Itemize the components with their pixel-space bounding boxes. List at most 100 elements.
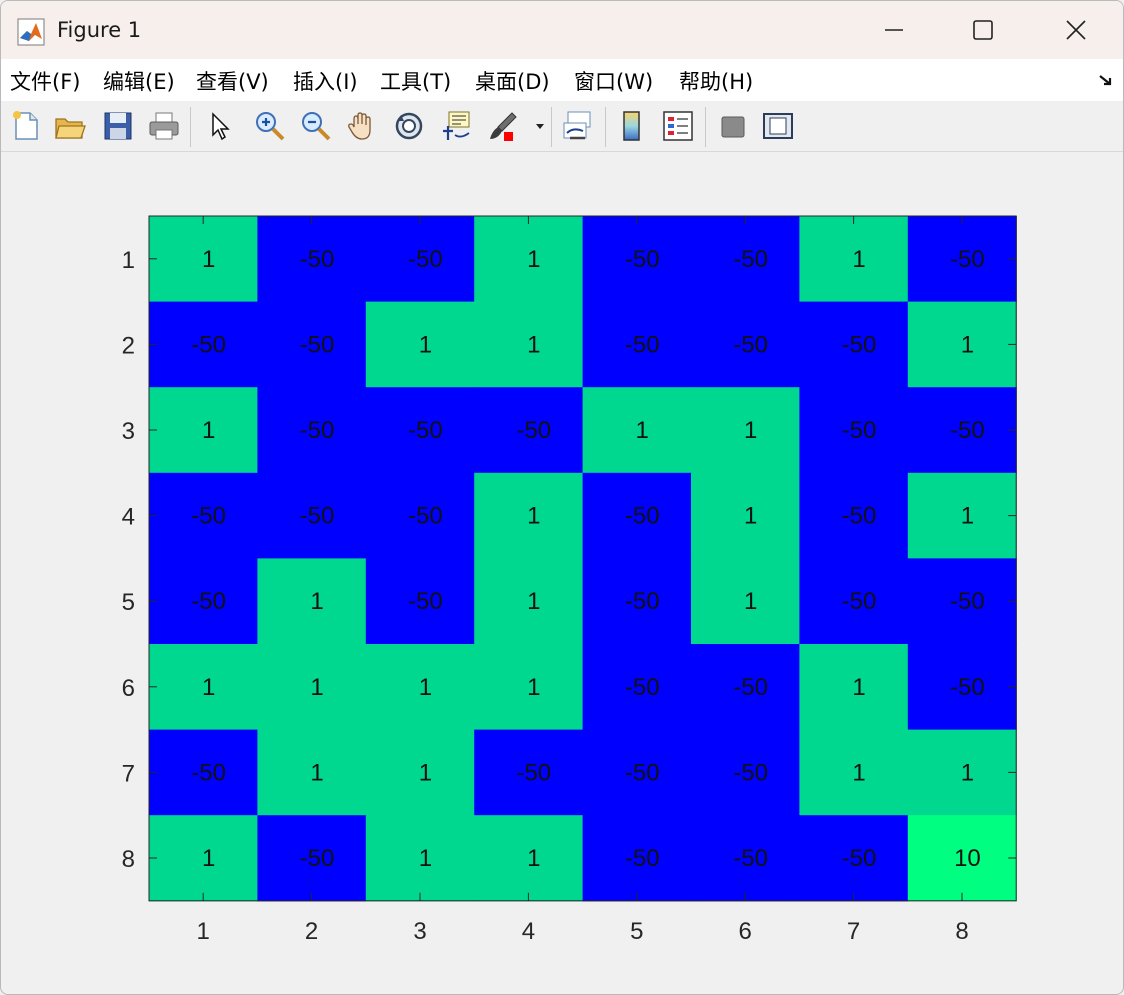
cell-value-label: -50 [300, 246, 335, 273]
menu-desktop[interactable]: 桌面(D) [475, 66, 550, 96]
maximize-button[interactable] [936, 1, 1030, 59]
zoom-in-button[interactable] [253, 109, 287, 143]
cell-value-label: -50 [408, 246, 443, 273]
figure-toolbar [1, 101, 1123, 152]
cell-value-label: -50 [300, 331, 335, 358]
cell-value-label: -50 [625, 845, 660, 872]
legend-icon [663, 111, 693, 141]
zoom-out-button[interactable] [299, 109, 333, 143]
x-tick-label: 8 [955, 918, 968, 945]
y-tick-label: 2 [122, 332, 135, 359]
menu-tools[interactable]: 工具(T) [380, 66, 451, 96]
x-tick-label: 1 [197, 918, 210, 945]
cell-value-label: 1 [202, 246, 215, 273]
rotate-3d-button[interactable] [392, 109, 426, 143]
cell-value-label: 1 [961, 759, 974, 786]
cell-value-label: -50 [950, 417, 985, 444]
show-plot-tools-icon [763, 113, 793, 139]
pan-button[interactable] [345, 109, 379, 143]
cell-value-label: -50 [625, 246, 660, 273]
cell-value-label: 1 [961, 503, 974, 530]
cell-value-label: 1 [852, 759, 865, 786]
cell-value-label: -50 [191, 588, 226, 615]
menu-window[interactable]: 窗口(W) [574, 66, 653, 96]
toolbar-separator [190, 107, 191, 147]
colorbar-icon [623, 111, 640, 141]
y-tick-label: 8 [122, 846, 135, 873]
title-bar[interactable]: Figure 1 [1, 1, 1123, 59]
cell-value-label: 1 [310, 759, 323, 786]
cell-value-label: -50 [733, 845, 768, 872]
x-tick-label: 4 [522, 918, 535, 945]
cell-value-label: 1 [744, 417, 757, 444]
menu-help[interactable]: 帮助(H) [679, 66, 753, 96]
menu-insert[interactable]: 插入(I) [293, 66, 358, 96]
cell-value-label: 10 [954, 845, 981, 872]
y-tick-label: 6 [122, 675, 135, 702]
brush-button[interactable] [486, 109, 520, 143]
menu-edit[interactable]: 编辑(E) [103, 66, 175, 96]
x-tick-label: 5 [630, 918, 643, 945]
cell-value-label: 1 [202, 417, 215, 444]
cell-value-label: 1 [744, 588, 757, 615]
cell-value-label: -50 [733, 674, 768, 701]
cell-value-label: -50 [516, 417, 551, 444]
cell-value-label: -50 [733, 246, 768, 273]
cell-value-label: -50 [625, 759, 660, 786]
toolbar-separator [605, 107, 606, 147]
brush-dropdown-icon[interactable] [535, 121, 545, 131]
pan-icon [348, 112, 371, 140]
cell-value-label: 1 [527, 588, 540, 615]
zoom-in-icon [256, 112, 285, 141]
menu-file[interactable]: 文件(F) [10, 66, 80, 96]
legend-button[interactable] [661, 109, 695, 143]
matlab-logo-icon [17, 18, 45, 46]
print-icon [149, 112, 179, 140]
heatmap-chart[interactable]: 1 -50 -50 1 -50 -50 1 -50 -50 -50 1 1 -50 -50 -50 1 1 -50… [1, 152, 1123, 994]
cell-value-label: 1 [961, 331, 974, 358]
menu-view[interactable]: 查看(V) [196, 66, 269, 96]
cell-value-label: 1 [202, 674, 215, 701]
data-cursor-button[interactable] [439, 109, 473, 143]
cell-value-label: 1 [527, 331, 540, 358]
cell-value-label: -50 [300, 417, 335, 444]
open-file-icon [55, 118, 86, 139]
y-tick-label: 5 [122, 589, 135, 616]
cell-value-label: 1 [310, 674, 323, 701]
rotate-3d-icon [395, 112, 423, 140]
print-button[interactable] [147, 109, 181, 143]
menu-bar: 文件(F) 编辑(E) 查看(V) 插入(I) 工具(T) 桌面(D) 窗口(W… [1, 59, 1123, 101]
minimize-button[interactable] [847, 1, 941, 59]
cell-value-label: -50 [733, 759, 768, 786]
new-figure-button[interactable] [9, 109, 43, 143]
cell-value-label: -50 [733, 331, 768, 358]
y-tick-label: 1 [122, 247, 135, 274]
cell-value-label: -50 [842, 331, 877, 358]
cell-value-label: 1 [419, 845, 432, 872]
toolbar-separator [551, 107, 552, 147]
link-plot-button[interactable] [561, 109, 595, 143]
hide-plot-tools-button[interactable] [716, 109, 750, 143]
cell-value-label: -50 [625, 674, 660, 701]
pointer-button[interactable] [203, 109, 237, 143]
x-tick-label: 7 [847, 918, 860, 945]
colorbar-button[interactable] [615, 109, 649, 143]
hide-plot-tools-icon [721, 116, 745, 138]
show-plot-tools-button[interactable] [761, 109, 795, 143]
figure-canvas: 1 -50 -50 1 -50 -50 1 -50 -50 -50 1 1 -50 -50 -50 1 1 -50… [1, 152, 1123, 994]
close-button[interactable] [1029, 1, 1123, 59]
save-button[interactable] [101, 109, 135, 143]
cell-value-label: -50 [408, 417, 443, 444]
x-tick-label: 2 [305, 918, 318, 945]
pointer-icon [212, 112, 230, 141]
cell-value-label: -50 [516, 759, 551, 786]
open-file-button[interactable] [53, 109, 87, 143]
close-icon [1066, 20, 1086, 40]
cell-value-label: 1 [527, 246, 540, 273]
dock-arrow-icon[interactable] [1097, 71, 1115, 89]
cell-value-label: -50 [842, 845, 877, 872]
window-title: Figure 1 [57, 18, 142, 42]
cell-value-label: 1 [202, 845, 215, 872]
x-tick-label: 3 [413, 918, 426, 945]
cell-value-label: -50 [191, 503, 226, 530]
